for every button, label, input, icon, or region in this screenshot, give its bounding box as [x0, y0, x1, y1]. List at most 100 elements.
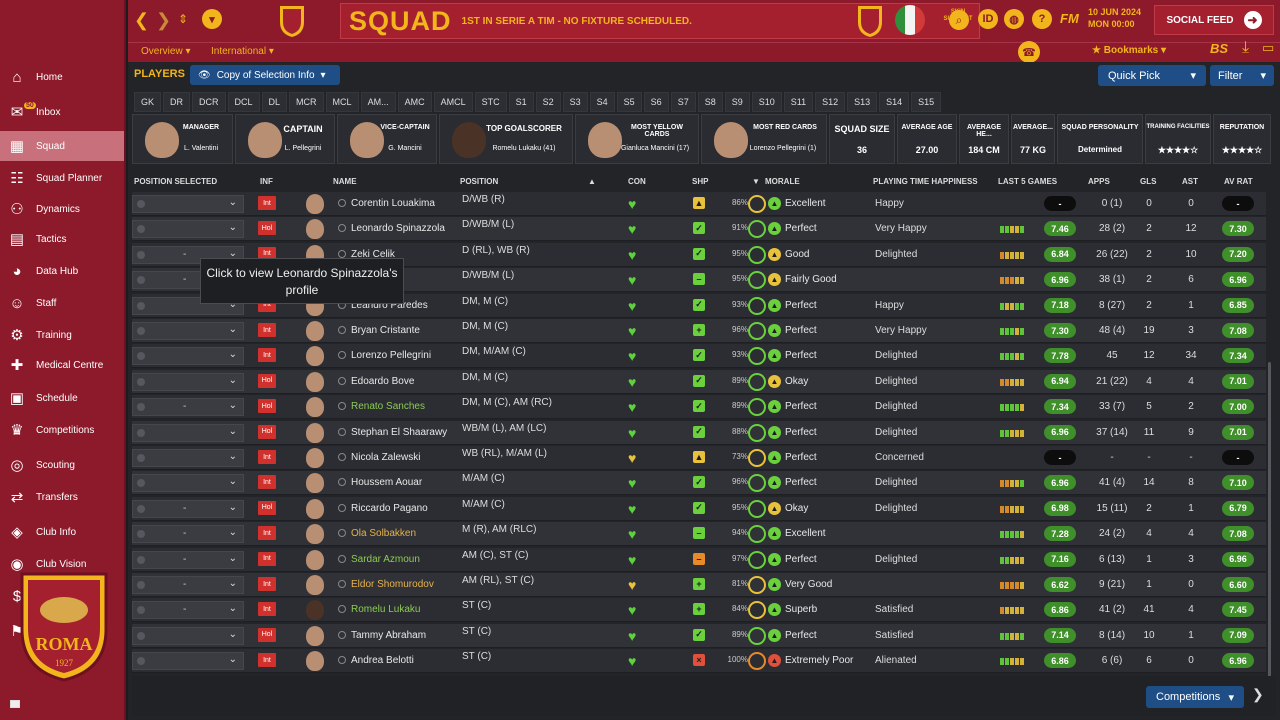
position-select[interactable]: -⌄ [132, 398, 244, 417]
skin-support[interactable]: SKIN SUPPORT [938, 9, 978, 23]
position-select[interactable]: ⌄ [132, 322, 244, 340]
col-morale[interactable]: MORALE [765, 177, 800, 186]
sidebar-item-schedule[interactable]: ▣ Schedule [0, 383, 124, 413]
inf-badge[interactable]: Hol [258, 373, 276, 388]
col-avrat[interactable]: AV RAT [1224, 177, 1253, 186]
forward-icon[interactable]: ❯ [156, 10, 171, 31]
tray-icon[interactable]: ▭ [1262, 40, 1274, 56]
tab-amc[interactable]: AMC [397, 92, 432, 112]
position-select[interactable]: ⌄ [132, 423, 244, 442]
top-goalscorer-card[interactable]: TOP GOALSCORER Romelu Lukaku (41) [439, 114, 573, 164]
position-select[interactable]: ⌄ [132, 652, 244, 671]
dropdown-menu-icon[interactable]: ▾ [202, 9, 222, 29]
sidebar-item-staff[interactable]: ☺ Staff [0, 288, 124, 318]
table-row[interactable]: ⌄ Int Andrea Belotti ST (C) ♥ × 100% ▲ Extremely… [132, 649, 1266, 674]
sidebar-item-medical-centre[interactable]: ✚ Medical Centre [0, 350, 124, 380]
most-yellow-card[interactable]: MOST YELLOW CARDS Gianluca Mancini (17) [575, 114, 699, 164]
inf-badge[interactable]: Int [258, 653, 276, 668]
player-name[interactable]: Edoardo Bove [351, 376, 414, 387]
inf-badge[interactable]: Int [258, 475, 276, 490]
position-select[interactable]: -⌄ [132, 601, 244, 620]
player-name[interactable]: Riccardo Pagano [351, 503, 428, 514]
inf-badge[interactable]: Int [258, 450, 276, 464]
player-name[interactable]: Nicola Zalewski [351, 452, 420, 463]
download-icon[interactable]: ⤓ [1242, 39, 1249, 57]
inf-badge[interactable]: Int [258, 348, 276, 363]
international-menu[interactable]: International ▾ [211, 46, 274, 57]
most-red-card[interactable]: MOST RED CARDS Lorenzo Pellegrini (1) [701, 114, 827, 164]
position-select[interactable]: ⌄ [132, 347, 244, 366]
date-box[interactable]: 10 JUN 2024 MON 00:00 [1088, 6, 1141, 30]
table-row[interactable]: ⌄ Int Houssem Aouar M/AM (C) ♥ ✓ 96% ▲ Perfect De… [132, 471, 1266, 496]
player-name[interactable]: Houssem Aouar [351, 477, 422, 488]
tab-gk[interactable]: GK [134, 92, 162, 112]
inf-badge[interactable]: Hol [258, 627, 276, 642]
tab-dr[interactable]: DR [163, 92, 191, 112]
chevron-right-icon[interactable]: ❯ [1252, 686, 1264, 703]
tab-s11[interactable]: S11 [783, 92, 814, 112]
tab-s15[interactable]: S15 [911, 92, 942, 112]
position-select[interactable]: -⌄ [132, 576, 244, 594]
bs-logo[interactable]: BS [1210, 41, 1228, 56]
col-inf[interactable]: INF [260, 177, 273, 186]
position-select[interactable]: ⌄ [132, 449, 244, 467]
table-row[interactable]: - ⌄ Hol Renato Sanches DM, M (C), AM (RC) ♥ ✓ 8… [132, 395, 1266, 420]
sidebar-item-squad-planner[interactable]: ☷ Squad Planner [0, 163, 124, 193]
sidebar-item-club-info[interactable]: ◈ Club Info [0, 517, 124, 547]
sidebar-item-home[interactable]: ⌂ Home [0, 62, 124, 92]
inf-badge[interactable]: Int [258, 196, 276, 210]
tab-amcl[interactable]: AMCL [433, 92, 473, 112]
sidebar-item-squad[interactable]: ▦ Squad [0, 131, 124, 161]
tab-s14[interactable]: S14 [879, 92, 910, 112]
quick-pick-dropdown[interactable]: Quick Pick ▾ [1098, 65, 1206, 86]
table-row[interactable]: ⌄ Int Nicola Zalewski WB (RL), M/AM (L) ♥ ▲ 73… [132, 446, 1266, 470]
tab-s2[interactable]: S2 [535, 92, 561, 112]
table-row[interactable]: ⌄ Hol Tammy Abraham ST (C) ♥ ✓ 89% ▲ Perfect Sati… [132, 623, 1266, 648]
position-select[interactable]: ⌄ [132, 195, 244, 213]
inf-badge[interactable]: Int [258, 577, 276, 591]
sort-desc-icon[interactable]: ▼ [752, 177, 760, 186]
inf-badge[interactable]: Int [258, 551, 276, 566]
table-row[interactable]: - ⌄ Int Sardar Azmoun AM (C), ST (C) ♥ –97% ▲ Pe… [132, 547, 1266, 572]
col-name[interactable]: NAME [333, 177, 357, 186]
tab-s4[interactable]: S4 [589, 92, 615, 112]
col-playing-time[interactable]: PLAYING TIME HAPPINESS [873, 177, 978, 186]
tab-s12[interactable]: S12 [815, 92, 846, 112]
col-shp[interactable]: SHP [692, 177, 708, 186]
position-select[interactable]: ⌄ [132, 372, 244, 391]
player-name[interactable]: Romelu Lukaku [351, 604, 420, 615]
player-name[interactable]: Ola Solbakken [351, 528, 416, 539]
sidebar-item-transfers[interactable]: ⇄ Transfers [0, 482, 124, 512]
table-row[interactable]: - ⌄ Int Ola Solbakken M (R), AM (RLC) ♥ –94% ▲ E… [132, 522, 1266, 547]
inf-badge[interactable]: Hol [258, 221, 276, 236]
overview-menu[interactable]: Overview ▾ [141, 46, 191, 57]
table-row[interactable]: - ⌄ Int Eldor Shomurodov AM (RL), ST (C) ♥ +81… [132, 573, 1266, 597]
tab-mcl[interactable]: MCL [325, 92, 359, 112]
sort-icon[interactable]: ⇕ [178, 12, 188, 26]
tab-dcl[interactable]: DCL [227, 92, 260, 112]
player-name[interactable]: Renato Sanches [351, 401, 425, 412]
table-row[interactable]: ⌄ Int Corentin Louakima D/WB (R) ♥ ▲ 86% ▲ Excel… [132, 192, 1266, 216]
table-row[interactable]: ⌄ Hol Stephan El Shaarawy WB/M (L), AM (LC)… [132, 420, 1266, 445]
position-select[interactable]: -⌄ [132, 525, 244, 544]
tab-s10[interactable]: S10 [751, 92, 782, 112]
screen-icon[interactable] [10, 700, 20, 708]
bookmarks-menu[interactable]: ★ Bookmarks ▾ [1092, 45, 1166, 56]
vice-captain-card[interactable]: VICE-CAPTAIN G. Mancini [337, 114, 437, 164]
manager-card[interactable]: MANAGER L. Valentini [132, 114, 233, 164]
table-row[interactable]: ⌄ Int Lorenzo Pellegrini DM, M/AM (C) ♥ ✓ 93% ▲… [132, 344, 1266, 369]
inf-badge[interactable]: Int [258, 323, 276, 337]
player-name[interactable]: Lorenzo Pellegrini [351, 350, 431, 361]
tab-s13[interactable]: S13 [847, 92, 878, 112]
inf-badge[interactable]: Hol [258, 424, 276, 439]
player-name[interactable]: Leonardo Spinazzola [351, 223, 445, 234]
tab-s3[interactable]: S3 [562, 92, 588, 112]
player-name[interactable]: Tammy Abraham [351, 630, 426, 641]
inf-badge[interactable]: Int [258, 526, 276, 541]
tab-s9[interactable]: S9 [724, 92, 750, 112]
col-last5[interactable]: LAST 5 GAMES [998, 177, 1057, 186]
sidebar-item-data-hub[interactable]: ◕ Data Hub [0, 256, 124, 286]
scrollbar[interactable] [1268, 362, 1271, 682]
player-name[interactable]: Sardar Azmoun [351, 554, 420, 565]
player-name[interactable]: Bryan Cristante [351, 325, 420, 336]
